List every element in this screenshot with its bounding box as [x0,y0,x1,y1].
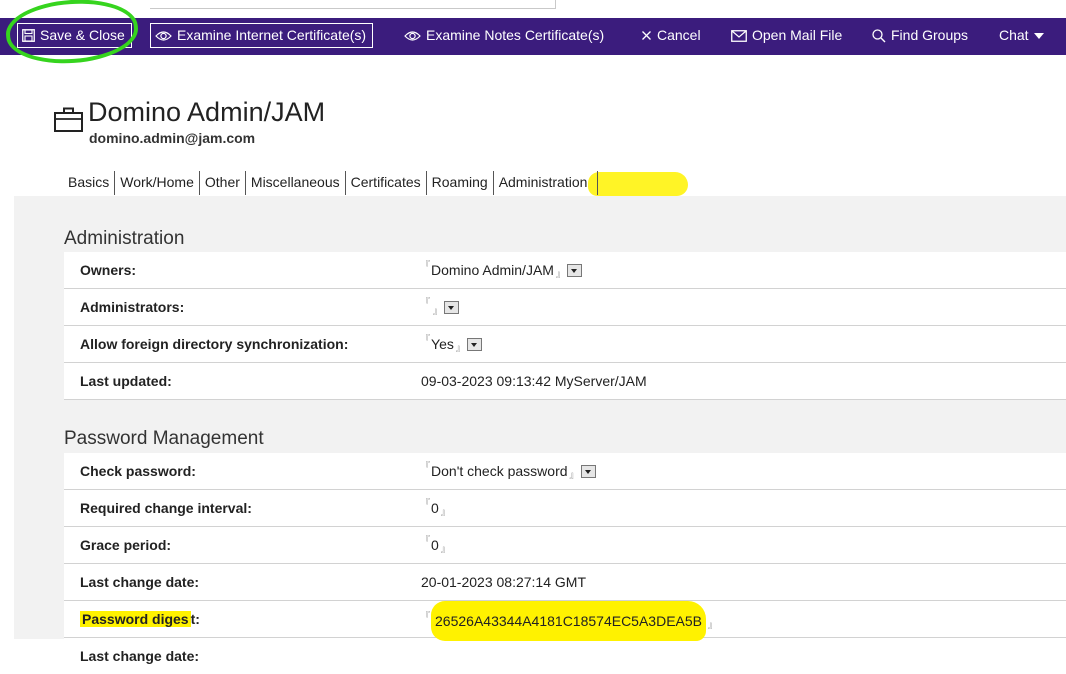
table-row: Last updated: 09-03-2023 09:13:42 MyServ… [64,363,1066,400]
table-row: Required change interval: 『0』 [64,490,1066,527]
label-suffix: t: [190,611,200,627]
open-mail-label: Open Mail File [752,27,843,43]
field-value: 0 [431,500,439,516]
dropdown-arrow-icon[interactable] [566,263,582,277]
field-label: Required change interval: [80,500,252,516]
highlighted-label: Password diges [80,611,191,627]
save-icon [22,29,35,42]
field-value: Don't check password [431,463,568,479]
field-label: Administrators: [80,299,185,315]
examine-notes-label: Examine Notes Certificate(s) [426,27,605,43]
chat-label: Chat [999,27,1029,43]
foreign-sync-field[interactable]: 『Yes』 [421,326,482,362]
owners-field[interactable]: 『Domino Admin/JAM』 [421,252,582,288]
table-row: Last change date: 20-01-2023 08:27:14 GM… [64,564,1066,601]
dropdown-arrow-icon[interactable] [466,337,482,351]
tab-administration[interactable]: Administration [494,171,599,195]
table-row: Last change date: [64,638,1066,674]
field-label: Password diges t: [80,601,200,637]
field-label: Last change date: [80,648,200,664]
save-close-label: Save & Close [40,27,125,43]
chat-menu-button[interactable]: Chat [999,23,1044,48]
cancel-button[interactable]: Cancel [641,23,701,48]
field-label: Last change date: [80,574,200,590]
administration-table: Owners: 『Domino Admin/JAM』 Administrator… [64,252,1066,400]
field-label: Owners: [80,262,137,278]
password-table: Check password: 『Don't check password』 R… [64,453,1066,674]
person-name: Domino Admin/JAM [88,97,326,127]
dropdown-arrow-icon[interactable] [580,464,596,478]
tab-highlight [588,172,688,196]
table-row: Password diges t: 『26526A43344A4181C18574… [64,601,1066,641]
section-title-administration: Administration [64,228,185,249]
tab-bar: Basics Work/Home Other Miscellaneous Cer… [64,171,599,195]
search-box[interactable] [150,0,556,9]
open-mail-file-button[interactable]: Open Mail File [731,23,842,48]
mail-icon [731,29,747,42]
briefcase-icon [54,107,83,137]
table-row: Check password: 『Don't check password』 [64,453,1066,490]
section-title-password-management: Password Management [64,428,264,449]
field-value: Domino Admin/JAM [431,262,554,278]
table-row: Grace period: 『0』 [64,527,1066,564]
examine-internet-label: Examine Internet Certificate(s) [177,27,367,43]
examine-notes-certificates-button[interactable]: Examine Notes Certificate(s) [404,23,604,48]
field-label: Grace period: [80,537,172,553]
toolbar: Save & Close Examine Internet Certificat… [0,18,1066,55]
search-icon [872,28,886,43]
field-value: 0 [431,537,439,553]
dropdown-arrow-icon[interactable] [444,300,460,314]
field-label: Last updated: [80,373,172,389]
eye-icon [404,30,421,42]
tab-miscellaneous[interactable]: Miscellaneous [246,171,346,195]
table-row: Owners: 『Domino Admin/JAM』 [64,252,1066,289]
tab-certificates[interactable]: Certificates [346,171,427,195]
person-email: domino.admin@jam.com [89,130,256,146]
grace-period-field[interactable]: 『0』 [421,527,450,563]
find-groups-button[interactable]: Find Groups [872,23,968,48]
change-interval-field[interactable]: 『0』 [421,490,450,526]
find-groups-label: Find Groups [891,27,969,43]
check-password-field[interactable]: 『Don't check password』 [421,453,596,489]
table-row: Allow foreign directory synchronization:… [64,326,1066,363]
examine-internet-certificates-button[interactable]: Examine Internet Certificate(s) [150,23,374,48]
password-digest-field[interactable]: 『26526A43344A4181C18574EC5A3DEA5B』 [421,601,717,641]
field-value: Yes [431,336,454,352]
tab-roaming[interactable]: Roaming [427,171,494,195]
caret-down-icon [1033,32,1044,39]
tab-basics[interactable]: Basics [64,171,116,195]
field-label: Allow foreign directory synchronization: [80,336,349,352]
table-row: Administrators: 『』 [64,289,1066,326]
save-close-button[interactable]: Save & Close [17,23,132,48]
top-strip [0,0,1066,18]
close-icon [641,30,652,41]
administrators-field[interactable]: 『』 [421,289,460,325]
password-digest-value: 26526A43344A4181C18574EC5A3DEA5B [431,601,707,641]
field-label: Check password: [80,463,196,479]
cancel-label: Cancel [657,27,701,43]
field-value: 09-03-2023 09:13:42 MyServer/JAM [421,373,647,389]
tab-other[interactable]: Other [200,171,246,195]
tab-work-home[interactable]: Work/Home [115,171,200,195]
field-value: 20-01-2023 08:27:14 GMT [421,574,586,590]
eye-icon [155,30,172,42]
